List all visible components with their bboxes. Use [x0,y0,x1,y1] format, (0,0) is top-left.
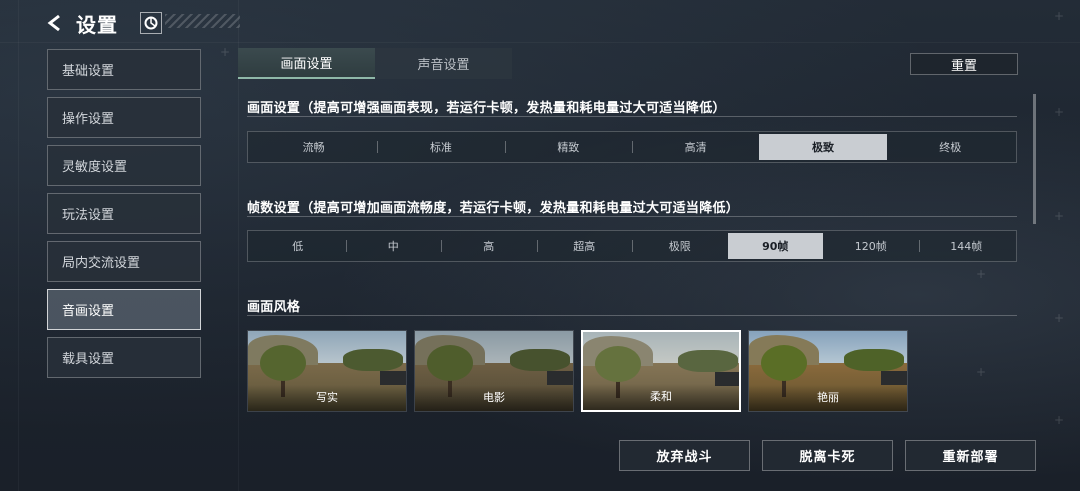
sidebar-item-communication[interactable]: 局内交流设置 [47,241,201,282]
style-label: 艳丽 [817,391,839,404]
graphics-option-smooth[interactable]: 流畅 [250,134,377,160]
sidebar: 基础设置 操作设置 灵敏度设置 玩法设置 局内交流设置 音画设置 载具设置 [47,49,201,385]
framerate-option-144[interactable]: 144帧 [918,233,1015,259]
sidebar-item-basic[interactable]: 基础设置 [47,49,201,90]
sidebar-item-label: 玩法设置 [62,208,115,223]
style-option-realistic[interactable]: 写实 [247,330,407,412]
game-logo-icon [140,12,162,34]
graphics-option-hd[interactable]: 高清 [631,134,759,160]
style-option-cinematic[interactable]: 电影 [414,330,574,412]
framerate-option-extreme[interactable]: 极限 [632,233,728,259]
style-label: 电影 [483,391,505,404]
scrollbar[interactable] [1033,94,1036,224]
sidebar-item-label: 载具设置 [62,352,115,367]
sidebar-item-label: 操作设置 [62,112,115,127]
graphics-quality-title: 画面设置（提高可增强画面表现，若运行卡顿，发热量和耗电量过大可适当降低） [247,101,726,116]
divider [247,315,1017,316]
graphics-option-standard[interactable]: 标准 [377,134,504,160]
framerate-option-90[interactable]: 90帧 [727,233,823,259]
style-option-vivid[interactable]: 艳丽 [748,330,908,412]
framerate-option-120[interactable]: 120帧 [823,233,919,259]
reset-button[interactable]: 重置 [910,53,1018,75]
sidebar-item-sensitivity[interactable]: 灵敏度设置 [47,145,201,186]
sidebar-item-controls[interactable]: 操作设置 [47,97,201,138]
framerate-title: 帧数设置（提高可增加画面流畅度，若运行卡顿，发热量和耗电量过大可适当降低） [247,201,740,216]
style-option-soft[interactable]: 柔和 [581,330,741,412]
framerate-option-ultra[interactable]: 超高 [536,233,633,259]
divider [247,216,1017,217]
sidebar-item-vehicle[interactable]: 载具设置 [47,337,201,378]
framerate-option-low[interactable]: 低 [250,233,346,259]
back-arrow-icon[interactable] [44,12,66,34]
tab-graphics[interactable]: 画面设置 [238,48,375,79]
sidebar-item-gameplay[interactable]: 玩法设置 [47,193,201,234]
tab-sound[interactable]: 声音设置 [375,48,512,79]
framerate-selector: 低 中 高 超高 极限 90帧 120帧 144帧 [247,230,1017,262]
framerate-option-high[interactable]: 高 [441,233,537,259]
style-selector: 写实 电影 柔和 艳丽 [247,330,915,412]
sidebar-item-label: 音画设置 [62,304,115,319]
graphics-option-refined[interactable]: 精致 [504,134,632,160]
abandon-battle-button[interactable]: 放弃战斗 [619,440,750,471]
settings-panel: 画面设置 声音设置 重置 画面设置（提高可增强画面表现，若运行卡顿，发热量和耗电… [238,48,1036,424]
style-label: 柔和 [650,390,672,403]
sidebar-item-label: 基础设置 [62,64,115,79]
graphics-option-ultimate[interactable]: 终极 [887,134,1014,160]
redeploy-button[interactable]: 重新部署 [905,440,1036,471]
style-title: 画面风格 [247,300,301,315]
sidebar-item-label: 灵敏度设置 [62,160,128,175]
header: 设置 [44,8,162,38]
tab-bar: 画面设置 声音设置 [238,48,512,79]
unstuck-button[interactable]: 脱离卡死 [762,440,893,471]
divider [247,116,1017,117]
page-title: 设置 [76,12,118,37]
style-label: 写实 [316,391,338,404]
graphics-option-extreme[interactable]: 极致 [759,134,887,160]
sidebar-item-audio-video[interactable]: 音画设置 [47,289,201,330]
graphics-quality-selector: 流畅 标准 精致 高清 极致 终极 [247,131,1017,163]
sidebar-item-label: 局内交流设置 [62,256,141,271]
header-decoration [165,14,240,28]
framerate-option-medium[interactable]: 中 [345,233,442,259]
